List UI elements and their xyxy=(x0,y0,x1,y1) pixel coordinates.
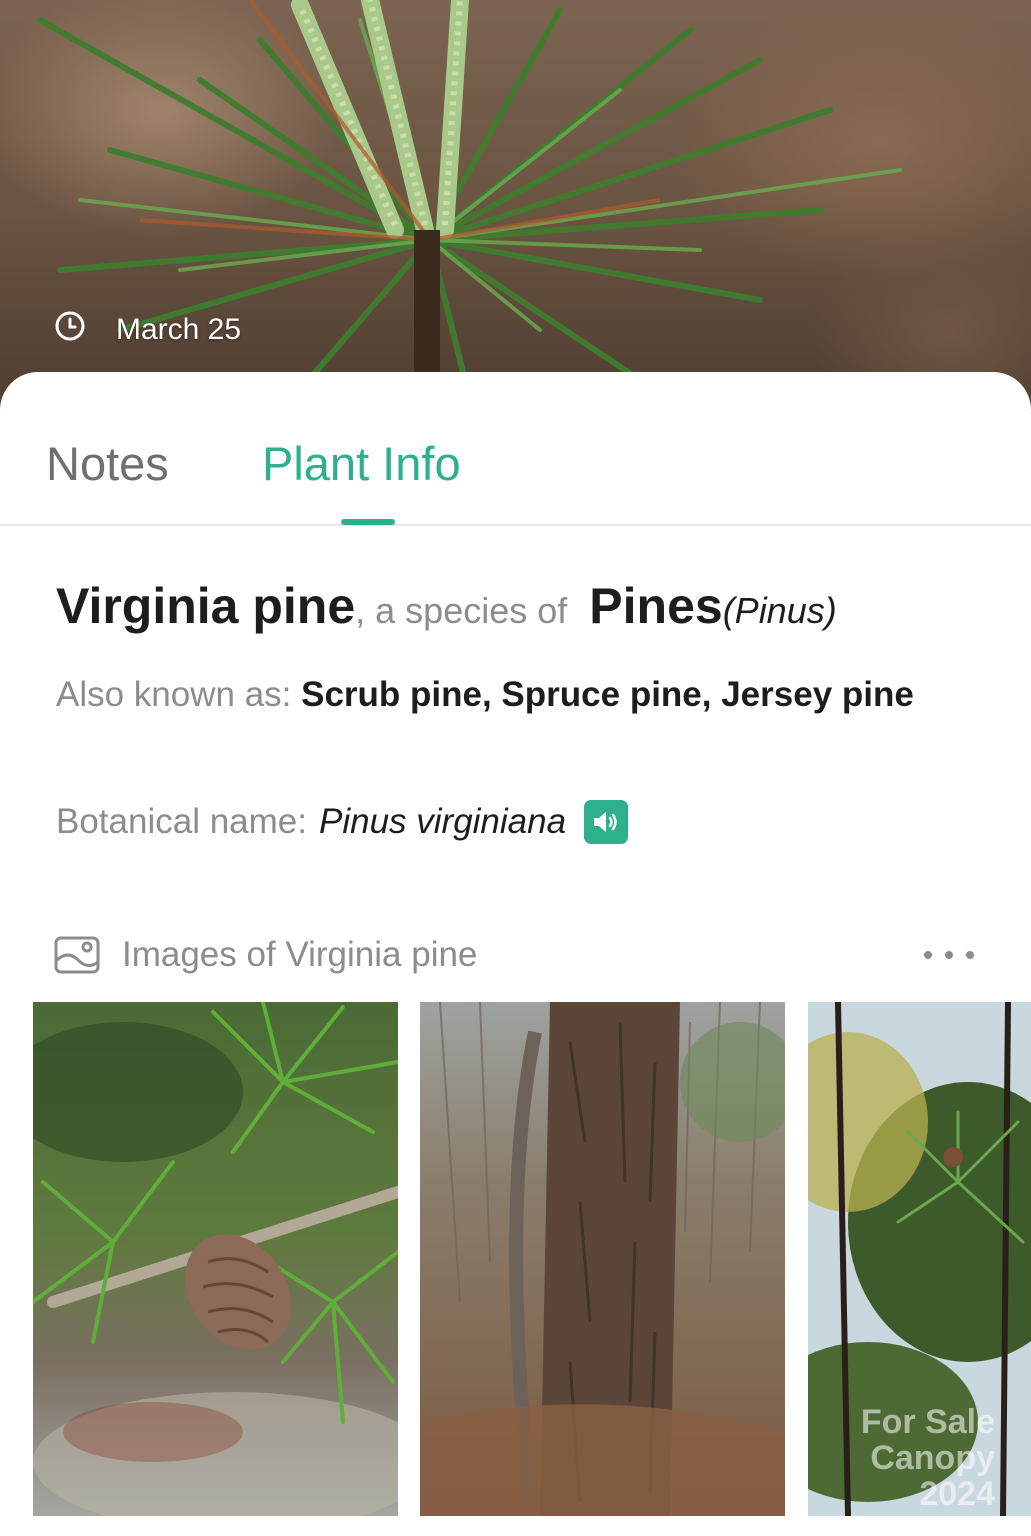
plant-detail-screen: March 25 Notes Plant Info Virginia pine,… xyxy=(0,0,1031,1536)
images-section-header: Images of Virginia pine xyxy=(54,932,974,978)
plant-info-sheet: Notes Plant Info Virginia pine, a specie… xyxy=(0,372,1031,1536)
watermark-line-2: Canopy 2024 xyxy=(870,1439,995,1513)
images-section-title: Images of Virginia pine xyxy=(122,935,478,974)
tab-plant-info[interactable]: Plant Info xyxy=(262,434,461,494)
speaker-icon xyxy=(594,812,617,832)
tab-notes[interactable]: Notes xyxy=(46,434,169,494)
clock-icon xyxy=(54,311,86,346)
watermark-line-1: For Sale xyxy=(860,1403,995,1441)
pine-needles-illustration xyxy=(37,0,902,420)
botanical-label: Botanical name: xyxy=(56,802,307,841)
genus-latin-name: (Pinus) xyxy=(722,590,837,631)
gallery-image-cone[interactable] xyxy=(33,1002,398,1516)
gallery-icon xyxy=(54,936,100,974)
tab-bar: Notes Plant Info xyxy=(0,372,1031,526)
photo-date: March 25 xyxy=(54,310,241,350)
genus-common-name[interactable]: Pines xyxy=(589,578,722,634)
botanical-name-row: Botanical name: Pinus virginiana xyxy=(56,794,629,850)
more-horizontal-icon[interactable] xyxy=(924,945,974,965)
aka-values: Scrub pine, Spruce pine, Jersey pine xyxy=(301,675,914,714)
species-common-name: Virginia pine xyxy=(56,578,356,634)
species-connector: , a species of xyxy=(355,590,578,631)
also-known-as: Also known as: Scrub pine, Spruce pine, … xyxy=(56,668,956,721)
watermark: For Sale Canopy 2024 xyxy=(808,1404,995,1512)
photo-date-text: March 25 xyxy=(116,313,242,346)
hero-plant-photo: March 25 xyxy=(0,0,1031,420)
gallery-image-forest[interactable]: For Sale Canopy 2024 xyxy=(808,1002,1031,1516)
species-title: Virginia pine, a species of Pines(Pinus) xyxy=(56,574,837,651)
aka-label: Also known as: xyxy=(56,675,302,714)
plant-image-gallery: For Sale Canopy 2024 xyxy=(33,1002,1031,1516)
gallery-image-trunk[interactable] xyxy=(420,1002,785,1516)
pronounce-button[interactable] xyxy=(584,800,629,844)
active-tab-indicator xyxy=(341,519,395,525)
botanical-name: Pinus virginiana xyxy=(318,802,567,841)
